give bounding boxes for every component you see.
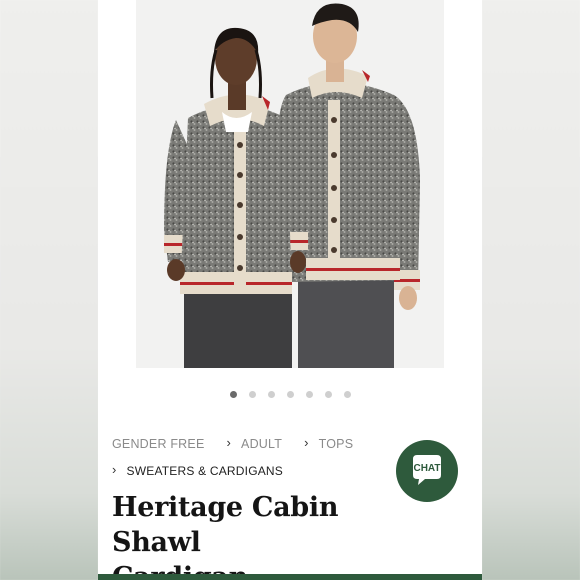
gallery-dot[interactable] — [286, 391, 294, 398]
breadcrumb-link[interactable]: ADULT — [241, 437, 282, 451]
chat-button[interactable]: CHAT — [396, 440, 458, 502]
chat-label: CHAT — [413, 463, 440, 474]
breadcrumb-link[interactable]: GENDER FREE — [112, 437, 205, 451]
product-card: GENDER FREE › ADULT › TOPS › SWEATERS & … — [98, 0, 482, 580]
gallery-dot[interactable] — [324, 391, 332, 398]
chevron-right-icon: › — [112, 462, 117, 477]
breadcrumb: GENDER FREE › ADULT › TOPS — [112, 435, 354, 451]
product-title: Heritage Cabin Shawl Cardigan — [112, 490, 412, 580]
gallery-dot[interactable] — [248, 391, 256, 398]
background-left — [0, 0, 98, 580]
breadcrumb-current[interactable]: SWEATERS & CARDIGANS — [127, 464, 283, 478]
gallery-dot[interactable] — [267, 391, 275, 398]
product-photo-illustration — [136, 0, 444, 368]
chevron-right-icon: › — [226, 435, 232, 450]
gallery-dot[interactable] — [305, 391, 313, 398]
background-right — [482, 0, 580, 580]
gallery-pagination — [98, 391, 482, 398]
product-title-line: Heritage Cabin Shawl — [112, 492, 339, 558]
breadcrumb-link[interactable]: TOPS — [319, 437, 354, 451]
breadcrumb-current-row: › SWEATERS & CARDIGANS — [112, 462, 283, 478]
product-image[interactable] — [136, 0, 444, 368]
bottom-bar — [98, 574, 482, 580]
gallery-dot[interactable] — [343, 391, 351, 398]
chevron-right-icon: › — [304, 435, 309, 450]
chat-bubble-icon: CHAT — [413, 455, 441, 485]
gallery-dot[interactable] — [229, 391, 237, 398]
